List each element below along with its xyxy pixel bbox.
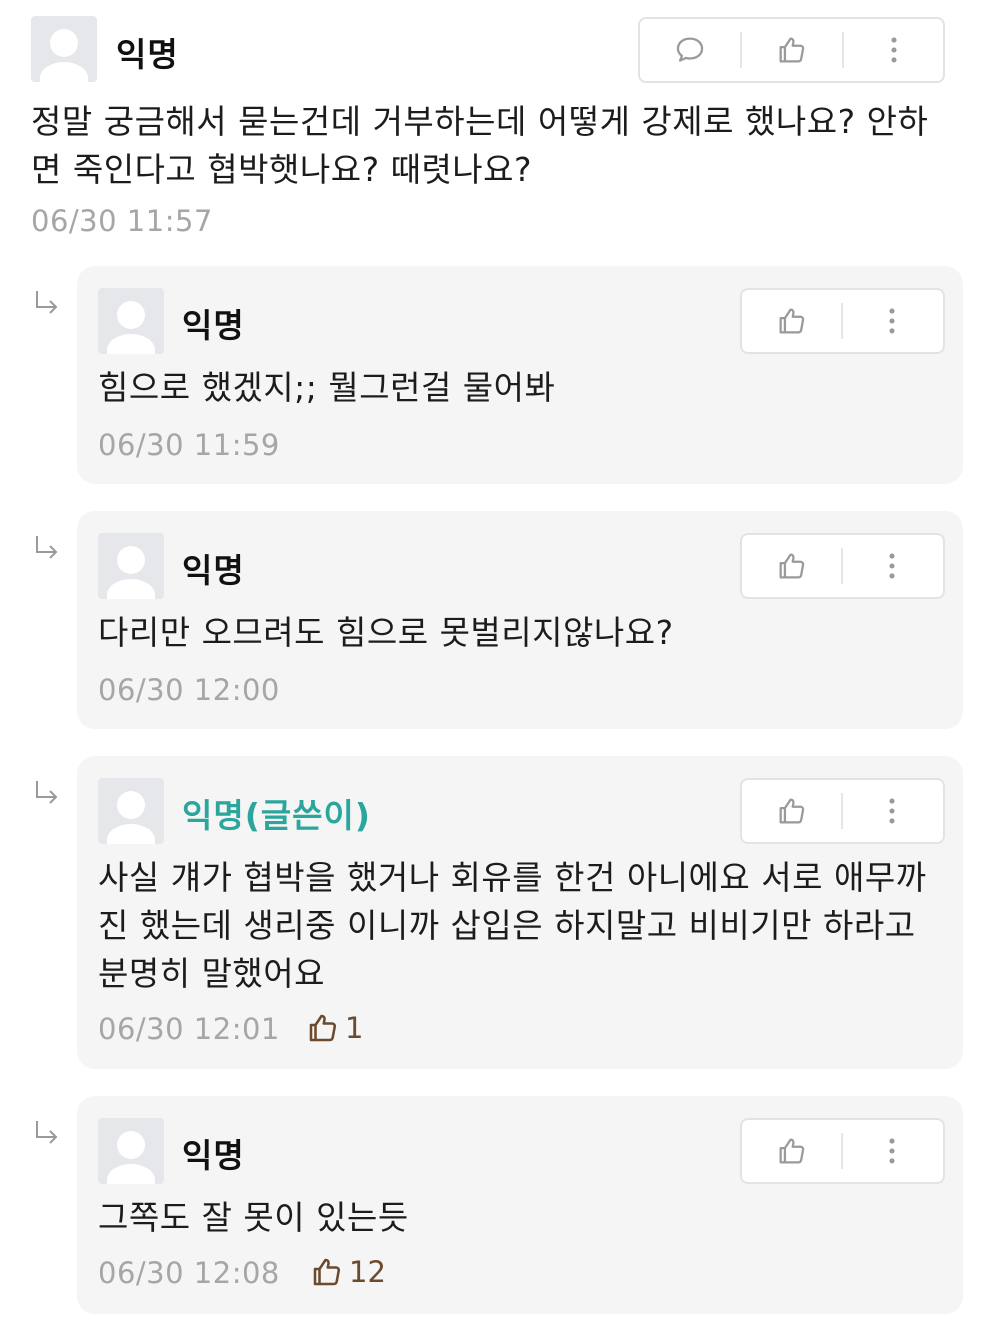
thumbs-up-icon [313,1258,341,1286]
avatar[interactable] [98,778,164,844]
reply-arrow-icon [36,781,58,804]
avatar[interactable] [98,1118,164,1184]
reply-card: 익명 힘으로 했겠지;; 뭘그런걸 물어봐 06/30 11:59 [36,266,963,484]
like-count: 12 [309,1254,386,1290]
like-count-value: 12 [349,1255,386,1289]
avatar[interactable] [31,16,97,82]
like-button[interactable] [742,535,841,597]
like-count-value: 1 [345,1011,364,1045]
thumbs-up-icon [779,1138,804,1164]
thumbs-up-icon [779,308,804,334]
reply-arrow-icon [36,1121,58,1144]
timestamp: 06/30 12:08 [98,1256,280,1290]
like-count: 1 [305,1010,363,1046]
timestamp: 06/30 11:59 [98,428,280,462]
like-button[interactable] [742,780,841,842]
comment-text: 정말 궁금해서 묻는건데 거부하는데 어떻게 강제로 했나요? 안하면 죽인다고… [31,102,929,189]
avatar[interactable] [98,288,164,354]
more-button[interactable] [843,535,941,597]
more-button[interactable] [843,780,941,842]
timestamp: 06/30 12:01 [98,1012,280,1046]
like-button[interactable] [742,19,842,81]
vertical-dots-icon [890,37,897,63]
vertical-dots-icon [889,553,895,579]
thumbs-up-icon [779,553,804,579]
nickname: 익명 [116,35,179,74]
speech-bubble-icon [676,37,704,62]
thumbs-up-icon [779,37,805,63]
reply-actions [740,533,945,599]
vertical-dots-icon [889,798,895,824]
more-button[interactable] [843,290,941,352]
timestamp: 06/30 11:57 [31,204,213,238]
like-button[interactable] [742,1120,841,1182]
reply-card: 익명 그쪽도 잘 못이 있는듯 06/30 12:08 12 [36,1096,963,1314]
reply-card-author: 익명(글쓴이) 사실 걔가 협박을 했거나 회유를 한건 아니에요 서로 애무까… [36,756,963,1069]
nickname-author: 익명(글쓴이) [182,796,371,835]
thumbs-up-icon [779,798,804,824]
vertical-dots-icon [889,308,895,334]
comment-text: 다리만 오므려도 힘으로 못벌리지않나요? [98,613,674,652]
nickname: 익명 [182,1136,245,1175]
comment-text: 그쪽도 잘 못이 있는듯 [98,1198,409,1237]
more-button[interactable] [843,1120,941,1182]
timestamp: 06/30 12:00 [98,673,280,707]
comment-text: 힘으로 했겠지;; 뭘그런걸 물어봐 [98,368,556,407]
reply-actions [740,288,945,354]
reply-card: 익명 다리만 오므려도 힘으로 못벌리지않나요? 06/30 12:00 [36,511,963,729]
comment-text: 사실 걔가 협박을 했거나 회유를 한건 아니에요 서로 애무까진 했는데 생리… [98,858,927,993]
reply-actions [740,1118,945,1184]
avatar[interactable] [98,533,164,599]
reply-arrow-icon [36,291,58,314]
nickname: 익명 [182,306,245,345]
reply-button[interactable] [640,19,740,81]
comment-actions [638,17,945,83]
reply-actions [740,778,945,844]
vertical-dots-icon [889,1138,895,1164]
nickname: 익명 [182,551,245,590]
like-button[interactable] [742,290,841,352]
thumbs-up-icon [309,1014,337,1042]
reply-arrow-icon [36,536,58,559]
more-button[interactable] [844,19,943,81]
